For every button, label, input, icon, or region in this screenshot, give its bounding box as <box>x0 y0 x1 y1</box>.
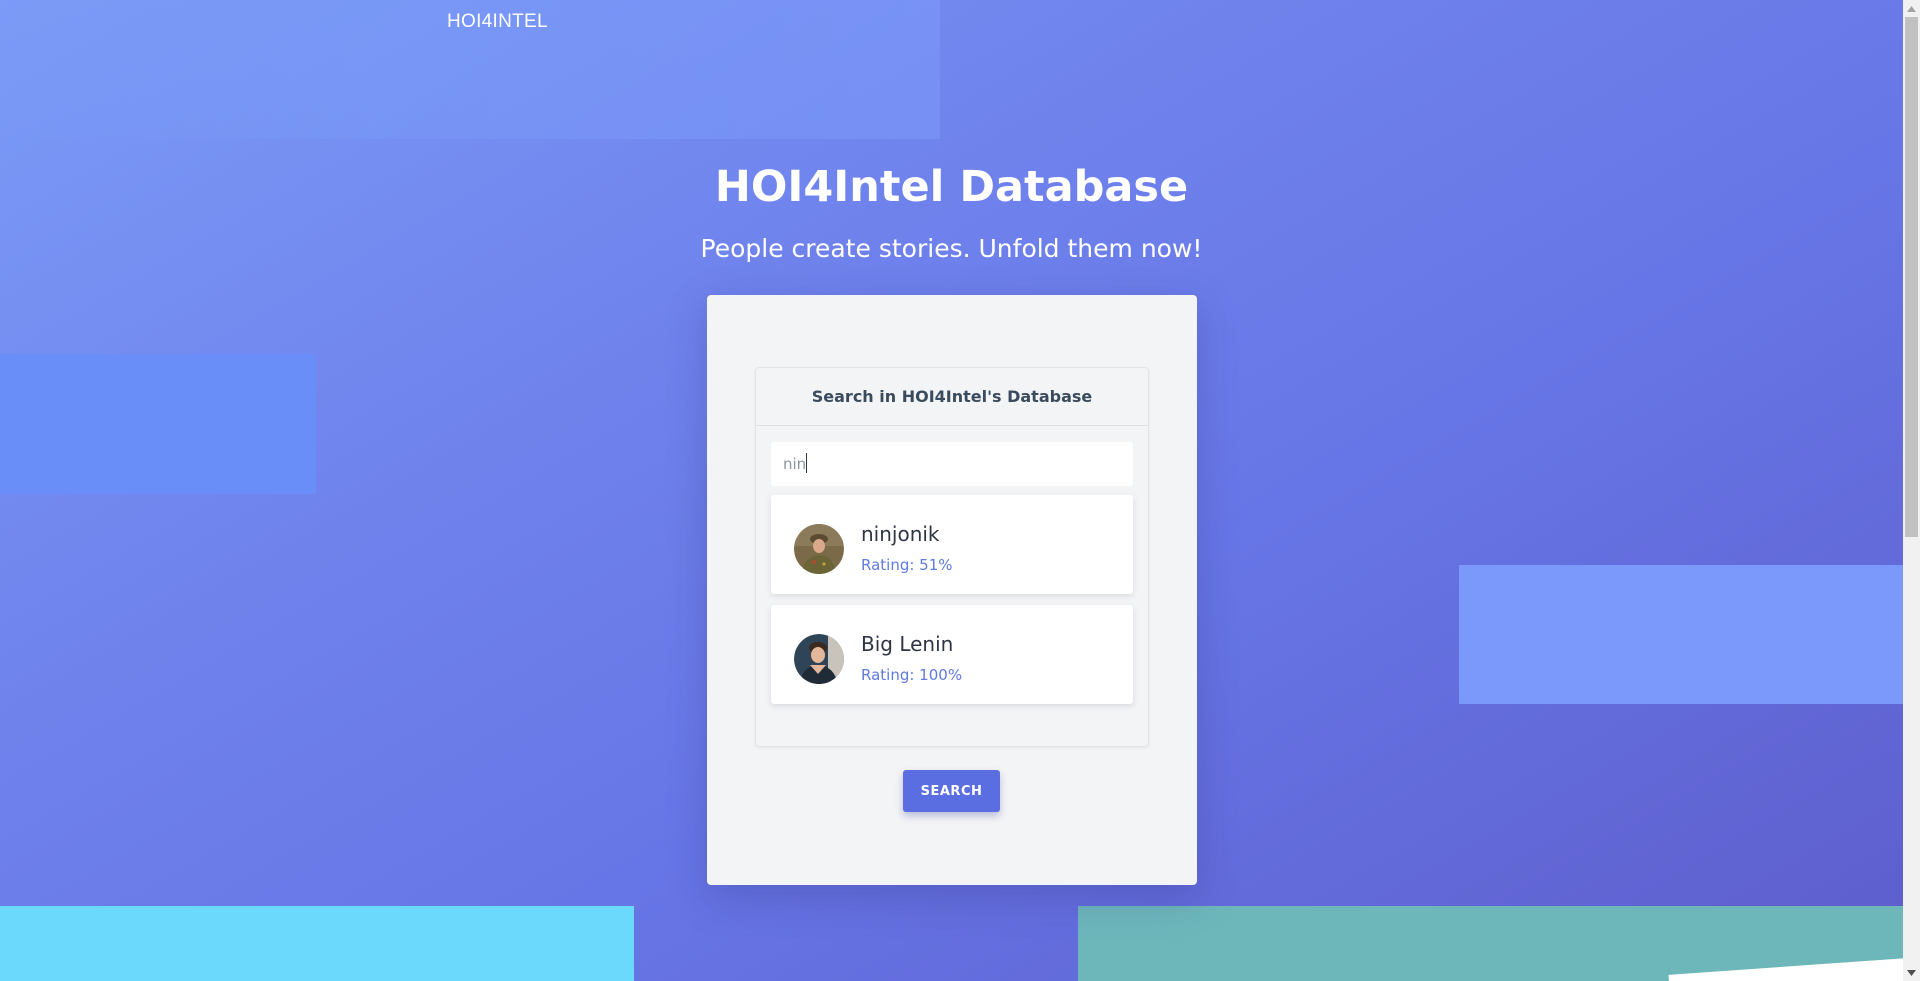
viewport: HOI4INTEL HOI4Intel Database People crea… <box>0 0 1920 981</box>
brand-link[interactable]: HOI4INTEL <box>447 11 548 33</box>
search-result-item[interactable]: Big Lenin Rating: 100% <box>771 605 1133 704</box>
result-rating: Rating: 51% <box>861 556 953 574</box>
page-subtitle: People create stories. Unfold them now! <box>700 234 1203 263</box>
scroll-up-arrow-icon[interactable] <box>1903 0 1920 17</box>
avatar <box>794 634 844 684</box>
scrollbar-thumb[interactable] <box>1905 17 1918 537</box>
hero-section: HOI4INTEL HOI4Intel Database People crea… <box>0 0 1903 981</box>
result-rating: Rating: 100% <box>861 666 963 684</box>
search-panel-title: Search in HOI4Intel's Database <box>756 368 1148 426</box>
decorative-shape-left <box>0 354 316 494</box>
decorative-shape-right <box>1459 565 1903 704</box>
search-button[interactable]: SEARCH <box>903 770 1000 812</box>
search-panel: Search in HOI4Intel's Database nin ninjo… <box>755 367 1149 747</box>
avatar-image <box>794 634 844 684</box>
search-result-item[interactable]: ninjonik Rating: 51% <box>771 495 1133 594</box>
search-card: Search in HOI4Intel's Database nin ninjo… <box>707 295 1197 885</box>
vertical-scrollbar[interactable] <box>1903 0 1920 981</box>
result-name: ninjonik <box>861 522 940 546</box>
scroll-down-arrow-icon[interactable] <box>1903 964 1920 981</box>
search-input[interactable] <box>771 442 1133 486</box>
avatar <box>794 524 844 574</box>
avatar-image <box>794 524 844 574</box>
page-title: HOI4Intel Database <box>714 162 1189 212</box>
result-name: Big Lenin <box>861 632 954 656</box>
decorative-shape-bottom-left <box>0 906 634 981</box>
text-caret <box>806 453 807 473</box>
